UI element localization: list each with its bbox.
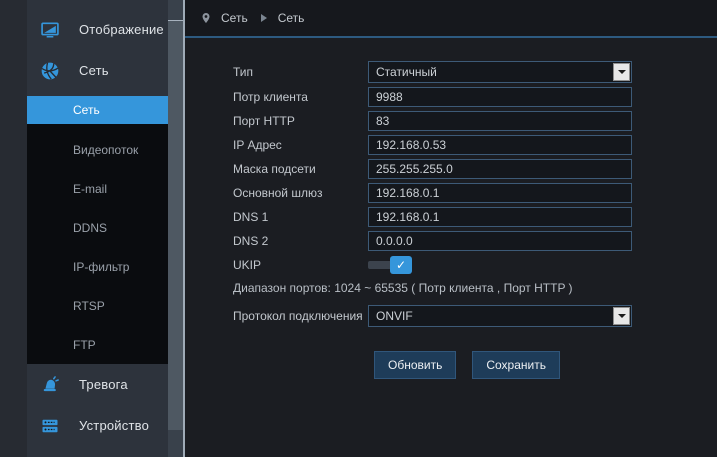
- sidebar-item-label: Устройство: [79, 418, 150, 433]
- http-port-row: Порт HTTP: [233, 111, 717, 131]
- breadcrumb-section: Сеть: [221, 11, 248, 25]
- protocol-select[interactable]: ONVIF: [368, 305, 632, 327]
- sidebar-item-label: Сеть: [79, 63, 109, 78]
- dns2-input[interactable]: [368, 231, 632, 251]
- network-icon: [40, 61, 60, 81]
- submenu-item-rtsp[interactable]: RTSP: [27, 286, 168, 325]
- client-port-label: Потр клиента: [233, 90, 308, 104]
- submenu-item-ftp[interactable]: FTP: [27, 325, 168, 364]
- toggle-knob: ✓: [390, 256, 412, 274]
- sidebar-item-label: Отображение: [79, 22, 164, 37]
- dns1-label: DNS 1: [233, 210, 269, 224]
- breadcrumb-arrow-icon: [260, 14, 267, 22]
- network-submenu: Сеть Видеопоток E-mail DDNS IP-фильтр RT…: [27, 96, 168, 364]
- monitor-icon: [40, 20, 60, 40]
- client-port-row: Потр клиента: [233, 87, 717, 107]
- main-panel: Сеть Сеть Тип Статичный Потр клиента Пор…: [185, 0, 717, 457]
- breadcrumb-page: Сеть: [277, 11, 305, 25]
- type-select[interactable]: Статичный: [368, 61, 632, 83]
- subnet-mask-input[interactable]: [368, 159, 632, 179]
- http-port-input[interactable]: [368, 111, 632, 131]
- dns2-label: DNS 2: [233, 234, 269, 248]
- type-select-value: Статичный: [376, 65, 437, 79]
- port-range-note: Диапазон портов: 1024 ~ 65535 ( Потр кли…: [233, 281, 573, 295]
- protocol-select-value: ONVIF: [376, 309, 413, 323]
- ip-address-input[interactable]: [368, 135, 632, 155]
- sidebar-item-display[interactable]: Отображение: [27, 9, 168, 50]
- http-port-label: Порт HTTP: [233, 114, 295, 128]
- dns1-input[interactable]: [368, 207, 632, 227]
- device-icon: [40, 416, 60, 436]
- sidebar-item-label: Тревога: [79, 377, 128, 392]
- type-row: Тип Статичный: [233, 61, 717, 83]
- ip-address-label: IP Адрес: [233, 138, 282, 152]
- ukip-row: UKIP ✓: [233, 255, 717, 275]
- sidebar-left-strip: [0, 0, 27, 457]
- form-buttons: Обновить Сохранить: [374, 351, 717, 379]
- protocol-select-dropdown-button[interactable]: [613, 307, 630, 325]
- submenu-item-network[interactable]: Сеть: [27, 96, 168, 124]
- alarm-icon: [40, 375, 60, 395]
- submenu-item-ip-filter[interactable]: IP-фильтр: [27, 247, 168, 286]
- submenu-item-ddns[interactable]: DDNS: [27, 208, 168, 247]
- type-select-dropdown-button[interactable]: [613, 63, 630, 81]
- type-label: Тип: [233, 65, 254, 79]
- ip-address-row: IP Адрес: [233, 135, 717, 155]
- subnet-mask-label: Маска подсети: [233, 162, 316, 176]
- location-pin-icon: [200, 11, 212, 25]
- protocol-row: Протокол подключения ONVIF: [233, 305, 717, 327]
- ukip-label: UKIP: [233, 258, 262, 272]
- gateway-row: Основной шлюз: [233, 183, 717, 203]
- sidebar-scrollbar[interactable]: [168, 0, 185, 457]
- sidebar-item-alarm[interactable]: Тревога: [27, 364, 168, 405]
- protocol-label: Протокол подключения: [233, 309, 363, 323]
- sidebar-item-device[interactable]: Устройство: [27, 405, 168, 446]
- dns2-row: DNS 2: [233, 231, 717, 251]
- network-settings-form: Тип Статичный Потр клиента Порт HTTP IP …: [185, 38, 717, 379]
- sidebar-item-network[interactable]: Сеть: [27, 50, 168, 91]
- toggle-track: [368, 261, 392, 269]
- chevron-down-icon: [617, 314, 626, 318]
- submenu-item-email[interactable]: E-mail: [27, 169, 168, 208]
- breadcrumb: Сеть Сеть: [185, 0, 717, 38]
- check-icon: ✓: [395, 258, 407, 272]
- scrollbar-thumb[interactable]: [168, 20, 183, 430]
- sidebar: Отображение Сеть Сеть Видеопоток E-mail …: [0, 0, 168, 457]
- save-button[interactable]: Сохранить: [472, 351, 560, 379]
- dns1-row: DNS 1: [233, 207, 717, 227]
- submenu-item-videostream[interactable]: Видеопоток: [27, 130, 168, 169]
- gateway-label: Основной шлюз: [233, 186, 323, 200]
- chevron-down-icon: [617, 70, 626, 74]
- gateway-input[interactable]: [368, 183, 632, 203]
- client-port-input[interactable]: [368, 87, 632, 107]
- subnet-mask-row: Маска подсети: [233, 159, 717, 179]
- refresh-button[interactable]: Обновить: [374, 351, 457, 379]
- ukip-toggle[interactable]: ✓: [368, 255, 412, 275]
